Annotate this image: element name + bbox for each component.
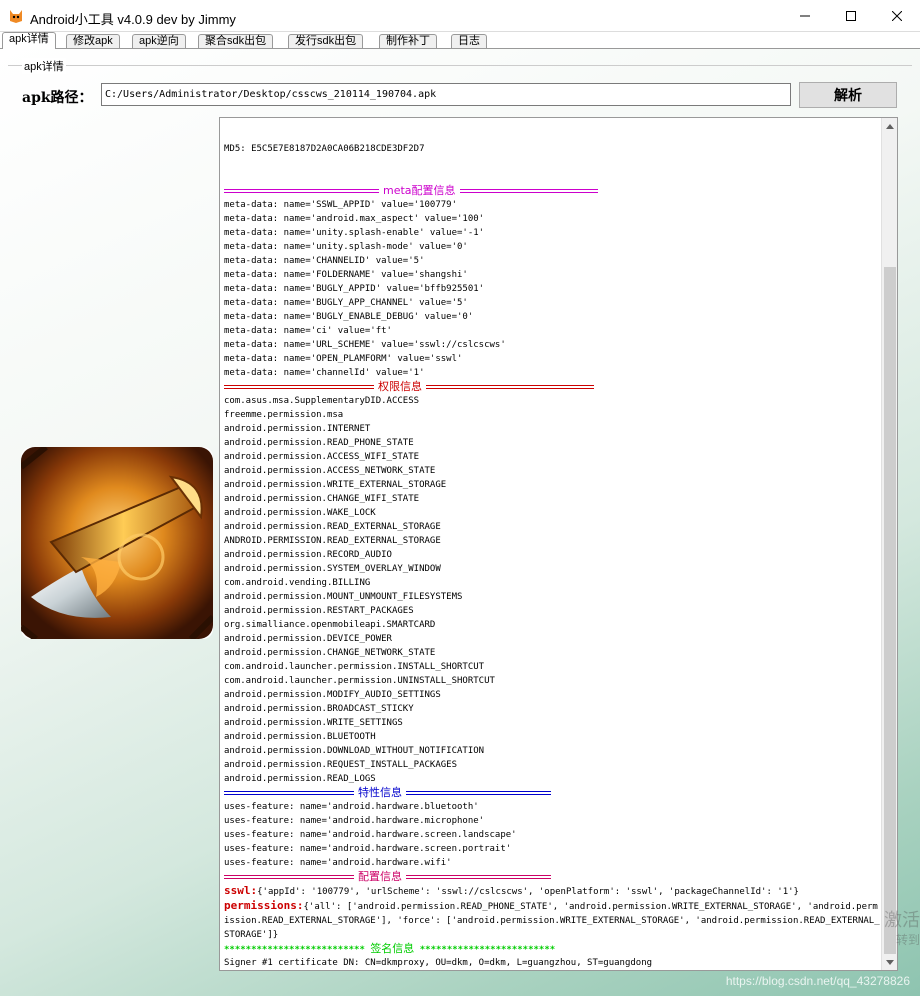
config-permissions-line: permissions:{'all': ['android.permission… [224, 899, 880, 942]
tab-apk-reverse[interactable]: apk逆向 [132, 34, 186, 48]
permission-line: android.permission.REQUEST_INSTALL_PACKA… [224, 760, 457, 770]
permission-line: android.permission.READ_LOGS [224, 774, 376, 784]
watermark-text: https://blog.csdn.net/qq_43278826 [725, 974, 910, 988]
config-sswl-line: sswl:{'appId': '100779', 'urlScheme': 's… [224, 884, 880, 899]
permission-line: android.permission.CHANGE_WIFI_STATE [224, 494, 420, 504]
meta-line: meta-data: name='OPEN_PLAMFORM' value='s… [224, 354, 463, 364]
app-icon [8, 8, 24, 24]
permission-line: com.asus.msa.SupplementaryDID.ACCESS [224, 396, 420, 406]
meta-section-header: meta配置信息 [224, 184, 880, 198]
scrollbar-thumb[interactable] [884, 267, 896, 954]
permission-line: android.permission.RESTART_PACKAGES [224, 606, 414, 616]
permission-line: com.android.launcher.permission.INSTALL_… [224, 662, 485, 672]
minimize-button[interactable] [782, 0, 828, 32]
signature-line: Signer #1 certificate SHA-256 digest: 35… [224, 970, 880, 971]
permission-line: android.permission.RECORD_AUDIO [224, 550, 392, 560]
permission-line: android.permission.BLUETOOTH [224, 732, 376, 742]
tab-publish-sdk[interactable]: 发行sdk出包 [288, 34, 364, 48]
config-value: {'appId': '100779', 'urlScheme': 'sswl:/… [257, 887, 799, 897]
meta-line: meta-data: name='unity.splash-mode' valu… [224, 242, 468, 252]
meta-line: meta-data: name='channelId' value='1' [224, 368, 425, 378]
meta-line: meta-data: name='CHANNELID' value='5' [224, 256, 425, 266]
permission-section-header-title: 权限信息 [378, 380, 422, 393]
permission-line: ANDROID.PERMISSION.READ_EXTERNAL_STORAGE [224, 536, 441, 546]
permission-line: android.permission.SYSTEM_OVERLAY_WINDOW [224, 564, 441, 574]
signature-line: Signer #1 certificate DN: CN=dkmproxy, O… [224, 958, 653, 968]
stars: ************************** [224, 945, 371, 955]
meta-line: meta-data: name='unity.splash-enable' va… [224, 228, 485, 238]
scroll-down-icon[interactable] [882, 954, 897, 970]
meta-line: meta-data: name='SSWL_APPID' value='1007… [224, 200, 457, 210]
permission-line: com.android.launcher.permission.UNINSTAL… [224, 676, 495, 686]
tab-apk-detail[interactable]: apk详情 [2, 32, 56, 49]
permission-line: android.permission.CHANGE_NETWORK_STATE [224, 648, 436, 658]
tab-modify-apk[interactable]: 修改apk [66, 34, 120, 48]
stars: ************************* [414, 945, 556, 955]
parse-button[interactable]: 解析 [799, 82, 897, 108]
feature-section-header-title: 特性信息 [358, 786, 402, 799]
permission-line: android.permission.DOWNLOAD_WITHOUT_NOTI… [224, 746, 485, 756]
tab-log[interactable]: 日志 [451, 34, 487, 48]
side-watermark: 转到 [895, 933, 920, 947]
permission-line: android.permission.INTERNET [224, 424, 371, 434]
main-panel: apk详情 apk路径： C:/Users/Administrator/Desk… [0, 48, 920, 996]
meta-line: meta-data: name='ci' value='ft' [224, 326, 392, 336]
permission-line: android.permission.WAKE_LOCK [224, 508, 376, 518]
sign-section-header: ************************** 签名信息 ********… [224, 942, 880, 956]
scroll-up-icon[interactable] [882, 118, 897, 134]
feature-line: uses-feature: name='android.hardware.wif… [224, 858, 452, 868]
meta-line: meta-data: name='FOLDERNAME' value='shan… [224, 270, 468, 280]
permission-line: android.permission.READ_PHONE_STATE [224, 438, 414, 448]
meta-line: meta-data: name='BUGLY_APPID' value='bff… [224, 284, 485, 294]
feature-line: uses-feature: name='android.hardware.blu… [224, 802, 479, 812]
window-title: Android小工具 v4.0.9 dev by Jimmy [30, 12, 236, 27]
permission-line: android.permission.READ_EXTERNAL_STORAGE [224, 522, 441, 532]
close-button[interactable] [874, 0, 920, 32]
feature-line: uses-feature: name='android.hardware.mic… [224, 816, 485, 826]
tab-make-patch[interactable]: 制作补丁 [379, 34, 437, 48]
config-section-header: 配置信息 [224, 870, 880, 884]
title-bar: Android小工具 v4.0.9 dev by Jimmy [0, 0, 920, 32]
log-line: MD5: E5C5E7E8187D2A0CA06B218CDE3DF2D7 [224, 144, 425, 154]
permission-line: android.permission.MODIFY_AUDIO_SETTINGS [224, 690, 441, 700]
permission-section-header: 权限信息 [224, 380, 880, 394]
permission-line: freemme.permission.msa [224, 410, 344, 420]
meta-line: meta-data: name='BUGLY_ENABLE_DEBUG' val… [224, 312, 474, 322]
meta-line: meta-data: name='URL_SCHEME' value='sswl… [224, 340, 506, 350]
side-watermark: 激活 [884, 910, 920, 931]
permission-line: android.permission.WRITE_EXTERNAL_STORAG… [224, 480, 447, 490]
permission-line: android.permission.DEVICE_POWER [224, 634, 392, 644]
permission-line: android.permission.BROADCAST_STICKY [224, 704, 414, 714]
apk-path-label: apk路径： [22, 90, 93, 106]
maximize-button[interactable] [828, 0, 874, 32]
config-section-header-title: 配置信息 [358, 870, 402, 883]
group-divider [8, 65, 912, 66]
meta-section-header-title: meta配置信息 [383, 184, 456, 197]
permission-line: org.simalliance.openmobileapi.SMARTCARD [224, 620, 436, 630]
sign-section-title: 签名信息 [370, 942, 415, 955]
permission-line: android.permission.ACCESS_NETWORK_STATE [224, 466, 436, 476]
feature-line: uses-feature: name='android.hardware.scr… [224, 830, 517, 840]
scrollbar[interactable] [881, 118, 897, 970]
tab-aggregate-sdk[interactable]: 聚合sdk出包 [198, 34, 274, 48]
meta-line: meta-data: name='BUGLY_APP_CHANNEL' valu… [224, 298, 468, 308]
config-value: {'all': ['android.permission.READ_PHONE_… [224, 902, 880, 940]
log-output[interactable]: MD5: E5C5E7E8187D2A0CA06B218CDE3DF2D7 me… [219, 117, 898, 971]
permission-line: com.android.vending.BILLING [224, 578, 371, 588]
config-key: permissions: [224, 899, 304, 912]
meta-line: meta-data: name='android.max_aspect' val… [224, 214, 485, 224]
permission-line: android.permission.ACCESS_WIFI_STATE [224, 452, 420, 462]
permission-line: android.permission.MOUNT_UNMOUNT_FILESYS… [224, 592, 463, 602]
feature-section-header: 特性信息 [224, 786, 880, 800]
log-content: MD5: E5C5E7E8187D2A0CA06B218CDE3DF2D7 me… [224, 118, 880, 971]
feature-line: uses-feature: name='android.hardware.scr… [224, 844, 512, 854]
config-key: sswl: [224, 884, 258, 897]
group-label: apk详情 [22, 58, 66, 74]
apk-icon-image [21, 447, 213, 639]
tab-bar: apk详情 修改apk apk逆向 聚合sdk出包 发行sdk出包 制作补丁 日… [0, 32, 920, 49]
permission-line: android.permission.WRITE_SETTINGS [224, 718, 403, 728]
apk-path-input[interactable]: C:/Users/Administrator/Desktop/csscws_21… [101, 83, 791, 106]
